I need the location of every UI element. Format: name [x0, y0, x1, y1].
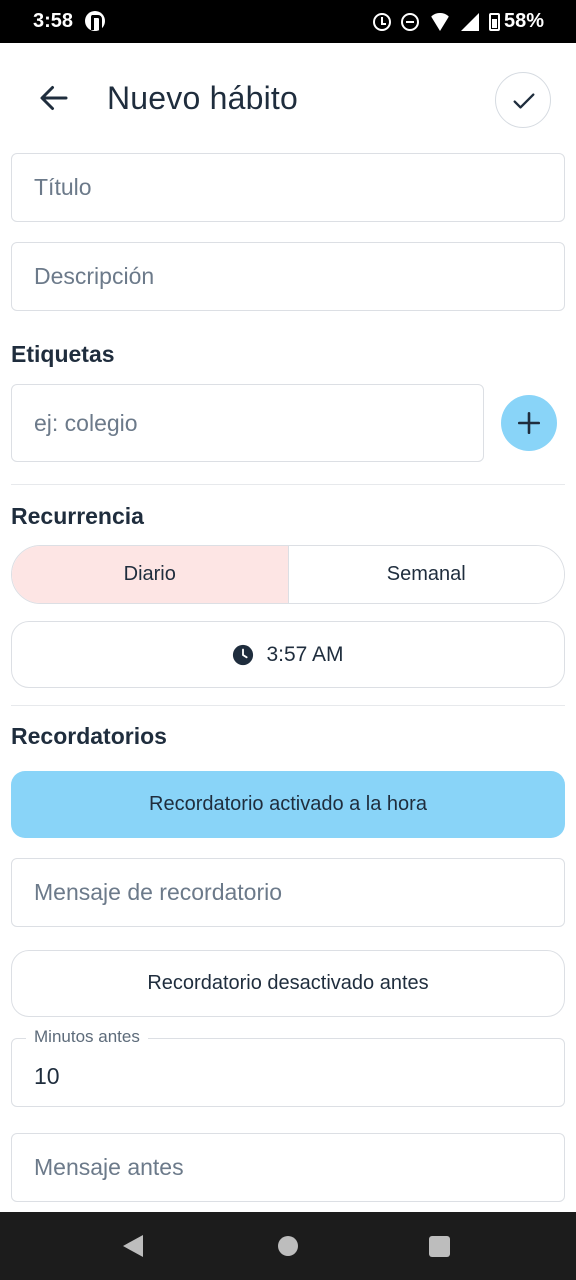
- minutes-before-field[interactable]: Minutos antes: [11, 1027, 565, 1107]
- tag-input[interactable]: [11, 384, 484, 462]
- alarm-icon: [372, 12, 391, 31]
- minutes-before-label: Minutos antes: [26, 1027, 148, 1047]
- status-time: 3:58: [33, 10, 74, 32]
- divider: [11, 705, 565, 706]
- reminder-message-input[interactable]: [11, 858, 565, 927]
- recurrence-weekly-option[interactable]: Semanal: [287, 546, 564, 603]
- page-title: Nuevo hábito: [107, 80, 298, 116]
- reminder-before-toggle[interactable]: Recordatorio desactivado antes: [11, 950, 565, 1017]
- nav-back-icon[interactable]: [123, 1235, 143, 1257]
- tags-heading: Etiquetas: [11, 341, 115, 367]
- parking-app-icon: [85, 11, 105, 31]
- arrow-left-icon: [40, 86, 68, 110]
- recurrence-daily-option[interactable]: Diario: [12, 546, 288, 603]
- time-picker-button[interactable]: 3:57 AM: [11, 621, 565, 688]
- message-before-input[interactable]: [11, 1133, 565, 1202]
- do-not-disturb-icon: [400, 12, 419, 31]
- reminder-at-time-toggle[interactable]: Recordatorio activado a la hora: [11, 771, 565, 838]
- divider: [11, 484, 565, 485]
- recurrence-heading: Recurrencia: [11, 503, 144, 529]
- time-value: 3:57 AM: [266, 642, 344, 666]
- plus-icon: [517, 411, 541, 435]
- system-nav-bar: [0, 1212, 576, 1280]
- title-input[interactable]: [11, 153, 565, 222]
- nav-home-icon[interactable]: [278, 1236, 298, 1256]
- wifi-icon: [428, 12, 451, 31]
- check-icon: [513, 93, 535, 109]
- description-input[interactable]: [11, 242, 565, 311]
- back-button[interactable]: [36, 80, 72, 116]
- cell-signal-icon: [460, 12, 479, 31]
- battery-icon: [488, 12, 500, 31]
- minutes-before-input[interactable]: [34, 1063, 534, 1090]
- clock-icon: [233, 644, 254, 665]
- nav-recents-icon[interactable]: [429, 1236, 450, 1257]
- recurrence-selector: Diario Semanal: [11, 545, 565, 604]
- reminders-heading: Recordatorios: [11, 723, 167, 749]
- save-button[interactable]: [495, 72, 551, 128]
- add-tag-button[interactable]: [501, 395, 557, 451]
- status-icons: 58%: [372, 10, 544, 33]
- battery-percent: 58%: [503, 10, 544, 32]
- status-bar: 3:58 58%: [0, 0, 576, 43]
